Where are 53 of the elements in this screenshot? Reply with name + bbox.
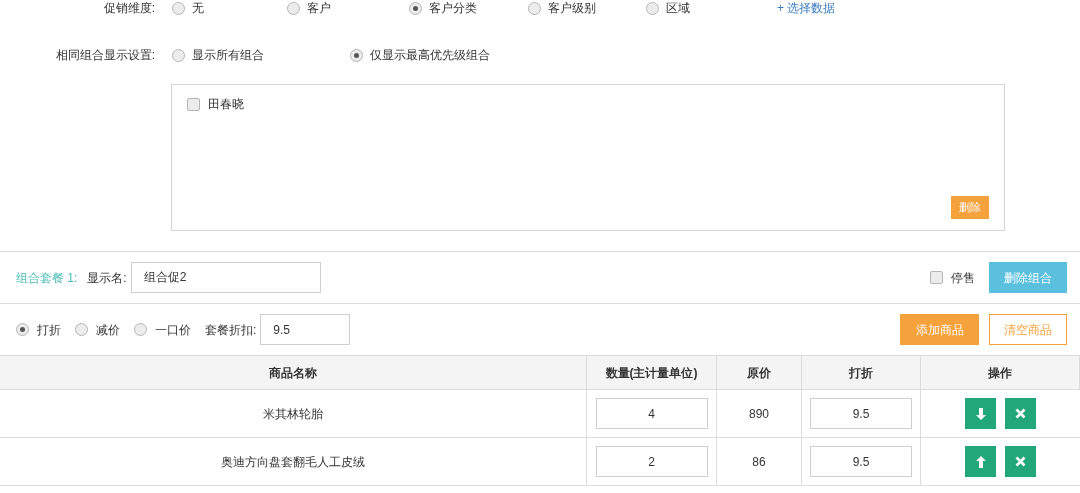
column-header: 操作 <box>921 356 1080 389</box>
radio-label: 显示所有组合 <box>192 47 264 64</box>
arrow-up-icon <box>974 454 987 469</box>
radio-button[interactable] <box>172 48 185 62</box>
column-header: 商品名称 <box>0 356 587 389</box>
field-label: 促销维度: <box>102 0 156 17</box>
radio-button[interactable] <box>409 1 422 15</box>
radio-label: 区域 <box>666 0 690 17</box>
table-cell: 86 <box>717 438 802 485</box>
remove-button[interactable] <box>1005 398 1036 429</box>
table-cell: 890 <box>717 390 802 437</box>
field-label: 相同组合显示设置: <box>54 47 156 64</box>
radio-label: 客户分类 <box>429 0 477 17</box>
radio-button[interactable] <box>646 1 659 15</box>
radio-button[interactable] <box>75 323 88 336</box>
radio-button[interactable] <box>350 48 363 62</box>
quantity-field[interactable]: 4 <box>595 398 708 429</box>
field-label: 套餐折扣: <box>205 321 257 339</box>
column-header: 打折 <box>802 356 921 389</box>
checkbox[interactable] <box>930 271 943 284</box>
radio-label: 仅显示最高优先级组合 <box>370 47 490 64</box>
quantity-field[interactable]: 2 <box>595 446 708 477</box>
radio-label: 一口价 <box>155 321 191 339</box>
checkbox-label: 田春晓 <box>208 96 244 113</box>
arrow-down-icon <box>974 406 987 421</box>
checkbox-label: 停售 <box>951 269 975 287</box>
close-icon <box>1015 456 1026 467</box>
radio-label: 客户 <box>307 0 331 17</box>
radio-label: 减价 <box>96 321 120 339</box>
column-header: 数量(主计量单位) <box>587 356 717 389</box>
select-data-link[interactable]: + 选择数据 <box>777 0 836 17</box>
close-icon <box>1015 408 1026 419</box>
radio-button[interactable] <box>134 323 147 336</box>
radio-label: 客户级别 <box>548 0 596 17</box>
move-up-button[interactable] <box>965 446 996 477</box>
column-header: 原价 <box>717 356 802 389</box>
move-down-button[interactable] <box>965 398 996 429</box>
table-cell: 奥迪方向盘套翻毛人工皮绒 <box>0 438 587 485</box>
radio-label: 打折 <box>37 321 61 339</box>
discount-field[interactable]: 9.5 <box>810 398 912 429</box>
display-name-field[interactable]: 组合促2 <box>130 262 321 293</box>
radio-button[interactable] <box>16 323 29 336</box>
checkbox[interactable] <box>187 97 200 111</box>
discount-field[interactable]: 9.5 <box>260 314 351 345</box>
radio-button[interactable] <box>287 1 300 15</box>
radio-button[interactable] <box>172 1 185 15</box>
radio-label: 无 <box>192 0 204 17</box>
table-cell: 米其林轮胎 <box>0 390 587 437</box>
combo-title: 组合套餐 1: <box>16 269 78 287</box>
remove-button[interactable] <box>1005 446 1036 477</box>
field-label: 显示名: <box>87 269 127 287</box>
discount-field[interactable]: 9.5 <box>810 446 912 477</box>
radio-button[interactable] <box>528 1 541 15</box>
